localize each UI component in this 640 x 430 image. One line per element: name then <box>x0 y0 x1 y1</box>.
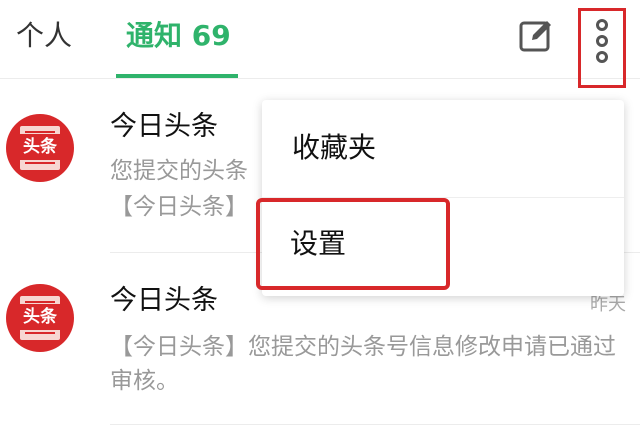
menu-item-favorites[interactable]: 收藏夹 <box>262 100 624 196</box>
avatar-label: 头条 <box>16 134 64 160</box>
notification-item[interactable]: 头条 今日头条 昨天 【今日头条】您提交的头条号信息修改申请已通过审核。 <box>0 278 640 428</box>
overflow-menu: 收藏夹 设置 <box>256 100 624 296</box>
more-dot <box>596 51 608 63</box>
more-dot <box>596 35 608 47</box>
menu-item-label: 收藏夹 <box>292 131 377 164</box>
notification-title: 今日头条 <box>110 285 218 316</box>
top-bar: 个人 通知 69 <box>0 0 640 88</box>
tab-notifications[interactable]: 通知 69 <box>126 18 231 54</box>
tab-personal[interactable]: 个人 <box>16 18 72 54</box>
avatar-label: 头条 <box>16 304 64 330</box>
more-vertical-icon[interactable] <box>578 8 626 88</box>
edit-square-icon[interactable] <box>518 18 554 54</box>
menu-item-settings[interactable]: 设置 <box>256 198 450 290</box>
notification-body: 【今日头条】您提交的头条号信息修改申请已通过审核。 <box>110 334 616 394</box>
more-dot <box>596 19 608 31</box>
notification-title: 今日头条 <box>110 111 218 142</box>
toutiao-app-icon: 头条 <box>6 284 74 352</box>
active-tab-indicator <box>116 74 238 78</box>
toutiao-app-icon: 头条 <box>6 114 74 182</box>
list-divider <box>110 424 640 425</box>
menu-item-label: 设置 <box>290 227 347 260</box>
